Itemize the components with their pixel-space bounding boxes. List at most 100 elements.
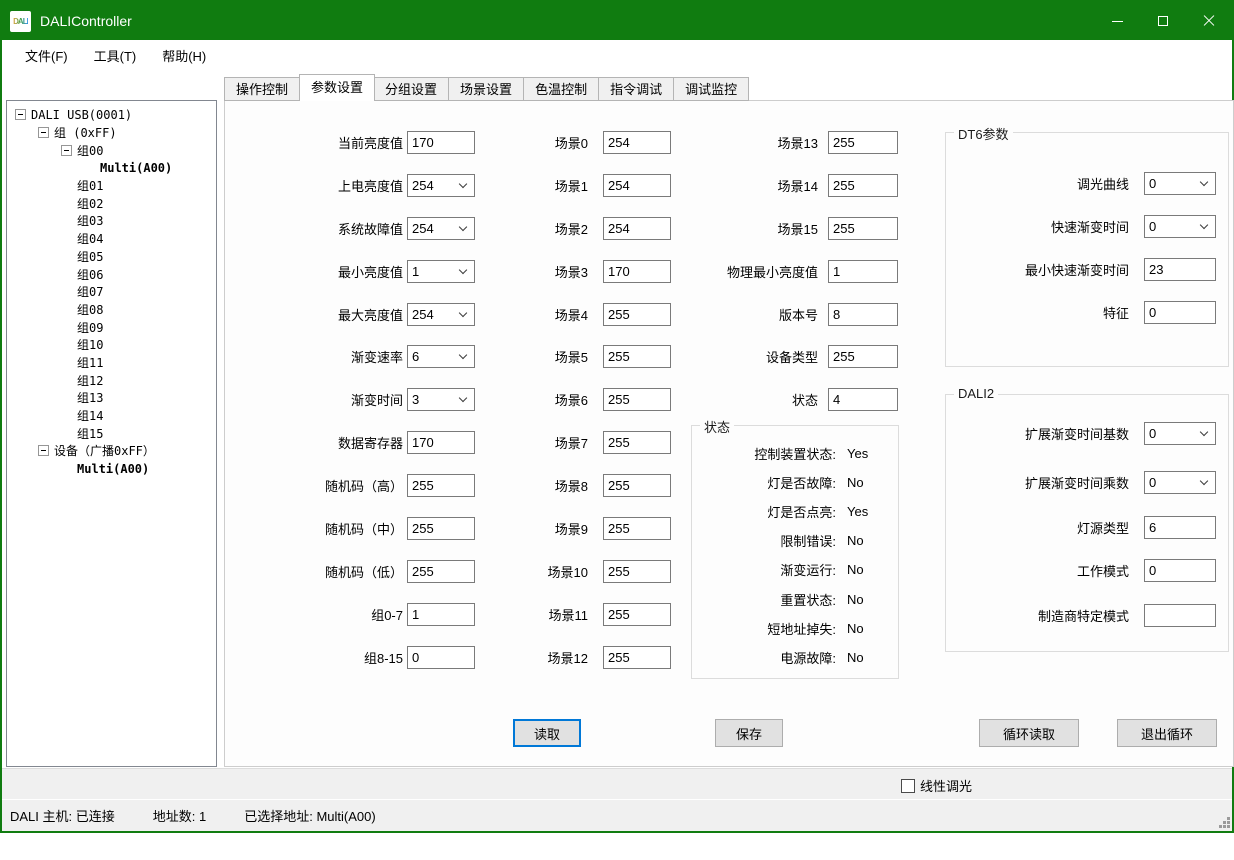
manufacturer-mode-input[interactable] bbox=[1144, 604, 1216, 627]
system-failure-level-combo[interactable]: 254 bbox=[407, 217, 475, 240]
tree-item-group01[interactable]: 组01 bbox=[7, 177, 216, 195]
random-code-low-input[interactable] bbox=[407, 560, 475, 583]
scene-9-input[interactable] bbox=[603, 517, 671, 540]
fade-rate-combo[interactable]: 6 bbox=[407, 345, 475, 368]
field-scene-1: 场景1 bbox=[505, 173, 671, 197]
version-input[interactable] bbox=[828, 303, 898, 326]
min-fast-fade-time-input[interactable] bbox=[1144, 258, 1216, 281]
tab-operation-control[interactable]: 操作控制 bbox=[224, 77, 300, 101]
menu-help[interactable]: 帮助(H) bbox=[149, 42, 219, 69]
tab-debug-monitor[interactable]: 调试监控 bbox=[674, 77, 749, 101]
tree-item-group09[interactable]: 组09 bbox=[7, 318, 216, 336]
maximize-button[interactable] bbox=[1140, 2, 1186, 40]
features-input[interactable] bbox=[1144, 301, 1216, 324]
menu-file[interactable]: 文件(F) bbox=[12, 42, 81, 69]
tree-item-group03[interactable]: 组03 bbox=[7, 212, 216, 230]
scene-11-input[interactable] bbox=[603, 603, 671, 626]
tree-item-dali-usb[interactable]: DALI USB(0001) bbox=[7, 106, 216, 124]
device-type-input[interactable] bbox=[828, 345, 898, 368]
tab-command-debug[interactable]: 指令调试 bbox=[599, 77, 674, 101]
tree-item-group-0xff[interactable]: 组 (0xFF) bbox=[7, 124, 216, 142]
dt6-group-title: DT6参数 bbox=[954, 124, 1013, 143]
tree-item-group10[interactable]: 组10 bbox=[7, 336, 216, 354]
min-level-combo[interactable]: 1 bbox=[407, 260, 475, 283]
fast-fade-time-combo[interactable]: 0 bbox=[1144, 215, 1216, 238]
tree-item-group11[interactable]: 组11 bbox=[7, 354, 216, 372]
light-source-type-input[interactable] bbox=[1144, 516, 1216, 539]
scene-15-input[interactable] bbox=[828, 217, 898, 240]
collapse-icon[interactable] bbox=[38, 445, 49, 456]
max-level-combo[interactable]: 254 bbox=[407, 303, 475, 326]
tree-item-group15[interactable]: 组15 bbox=[7, 424, 216, 442]
field-system-failure-level: 系统故障值254 bbox=[235, 216, 475, 240]
current-brightness-input[interactable] bbox=[407, 131, 475, 154]
tab-strip: 操作控制 参数设置 分组设置 场景设置 色温控制 指令调试 调试监控 bbox=[224, 74, 749, 101]
read-button[interactable]: 读取 bbox=[513, 719, 581, 747]
power-on-level-combo[interactable]: 254 bbox=[407, 174, 475, 197]
data-register-input[interactable] bbox=[407, 431, 475, 454]
tree-item-group00[interactable]: 组00 bbox=[7, 141, 216, 159]
collapse-icon[interactable] bbox=[61, 145, 72, 156]
menu-tools[interactable]: 工具(T) bbox=[81, 42, 150, 69]
scene-6-input[interactable] bbox=[603, 388, 671, 411]
minimize-button[interactable] bbox=[1094, 2, 1140, 40]
collapse-icon[interactable] bbox=[15, 109, 26, 120]
scene-8-input[interactable] bbox=[603, 474, 671, 497]
tree-item-group08[interactable]: 组08 bbox=[7, 301, 216, 319]
tab-grouping-settings[interactable]: 分组设置 bbox=[374, 77, 449, 101]
scene-1-input[interactable] bbox=[603, 174, 671, 197]
tree-item-group06[interactable]: 组06 bbox=[7, 265, 216, 283]
tree-item-multi-a00-device[interactable]: Multi(A00) bbox=[7, 460, 216, 478]
scene-7-input[interactable] bbox=[603, 431, 671, 454]
tree-item-group04[interactable]: 组04 bbox=[7, 230, 216, 248]
scene-4-input[interactable] bbox=[603, 303, 671, 326]
scene-3-input[interactable] bbox=[603, 260, 671, 283]
tree-item-group02[interactable]: 组02 bbox=[7, 194, 216, 212]
scene-10-input[interactable] bbox=[603, 560, 671, 583]
tab-parameter-settings[interactable]: 参数设置 bbox=[299, 74, 375, 101]
scene-2-input[interactable] bbox=[603, 217, 671, 240]
scene-13-input[interactable] bbox=[828, 131, 898, 154]
ext-fade-time-base-combo[interactable]: 0 bbox=[1144, 422, 1216, 445]
close-icon bbox=[1203, 15, 1215, 27]
tab-scene-settings[interactable]: 场景设置 bbox=[449, 77, 524, 101]
tree-item-group12[interactable]: 组12 bbox=[7, 371, 216, 389]
tree-item-group05[interactable]: 组05 bbox=[7, 248, 216, 266]
collapse-icon[interactable] bbox=[38, 127, 49, 138]
random-code-mid-input[interactable] bbox=[407, 517, 475, 540]
field-dimming-curve: 调光曲线0 bbox=[954, 171, 1216, 195]
loop-read-button[interactable]: 循环读取 bbox=[979, 719, 1079, 747]
scene-5-input[interactable] bbox=[603, 345, 671, 368]
checkbox-icon[interactable] bbox=[901, 779, 915, 793]
tree-item-group13[interactable]: 组13 bbox=[7, 389, 216, 407]
dimming-curve-combo[interactable]: 0 bbox=[1144, 172, 1216, 195]
save-button[interactable]: 保存 bbox=[715, 719, 783, 747]
close-button[interactable] bbox=[1186, 2, 1232, 40]
operating-mode-input[interactable] bbox=[1144, 559, 1216, 582]
tree-item-group14[interactable]: 组14 bbox=[7, 407, 216, 425]
device-tree: DALI USB(0001) 组 (0xFF) 组00 Multi(A00) 组… bbox=[6, 100, 217, 767]
field-random-mid: 随机码（中） bbox=[235, 516, 475, 540]
tab-color-temp-control[interactable]: 色温控制 bbox=[524, 77, 599, 101]
tree-item-device-broadcast[interactable]: 设备（广播0xFF） bbox=[7, 442, 216, 460]
scene-14-input[interactable] bbox=[828, 174, 898, 197]
tree-item-multi-a00[interactable]: Multi(A00) bbox=[7, 159, 216, 177]
tree-item-group07[interactable]: 组07 bbox=[7, 283, 216, 301]
exit-loop-button[interactable]: 退出循环 bbox=[1117, 719, 1217, 747]
resize-grip[interactable] bbox=[1227, 825, 1230, 828]
scene-12-input[interactable] bbox=[603, 646, 671, 669]
random-code-high-input[interactable] bbox=[407, 474, 475, 497]
maximize-icon bbox=[1158, 16, 1168, 26]
group-8-15-input[interactable] bbox=[407, 646, 475, 669]
chevron-down-icon bbox=[459, 265, 467, 273]
status-input[interactable] bbox=[828, 388, 898, 411]
ext-fade-time-mult-combo[interactable]: 0 bbox=[1144, 471, 1216, 494]
group-0-7-input[interactable] bbox=[407, 603, 475, 626]
field-scene-7: 场景7 bbox=[505, 430, 671, 454]
dali2-group: DALI2 扩展渐变时间基数0 扩展渐变时间乘数0 灯源类型 工作模式 制造商特… bbox=[945, 394, 1229, 652]
physical-min-level-input[interactable] bbox=[828, 260, 898, 283]
field-scene-3: 场景3 bbox=[505, 259, 671, 283]
linear-dimming-checkbox[interactable]: 线性调光 bbox=[901, 776, 972, 795]
fade-time-combo[interactable]: 3 bbox=[407, 388, 475, 411]
scene-0-input[interactable] bbox=[603, 131, 671, 154]
